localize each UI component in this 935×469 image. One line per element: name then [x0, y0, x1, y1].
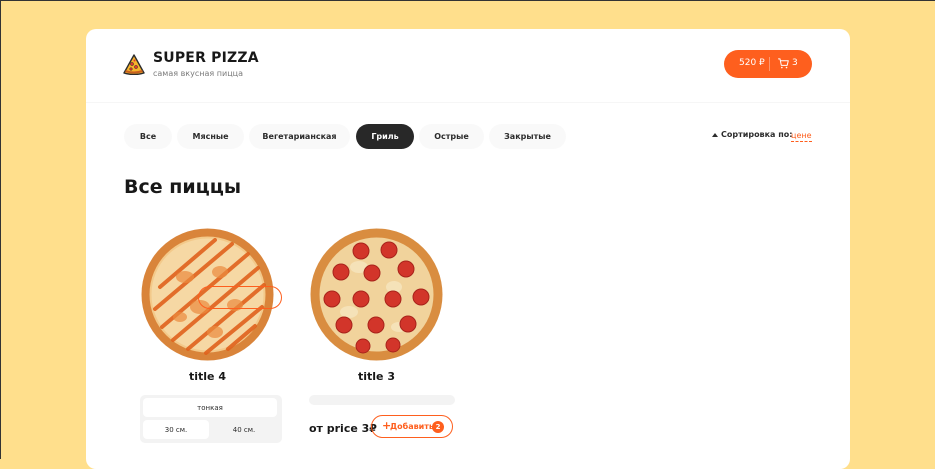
cart-icon: [778, 58, 789, 69]
add-to-cart-button[interactable]: + Добавить 2: [371, 415, 453, 438]
cart-divider: [769, 57, 770, 71]
pizza-slice-icon[interactable]: [123, 53, 145, 75]
size-option-40[interactable]: 40 см.: [211, 420, 277, 439]
frame-left-border: [0, 0, 1, 459]
dough-type-option[interactable]: тонкая: [143, 398, 277, 417]
cart-item-count: 3: [792, 58, 798, 68]
category-grill[interactable]: Гриль: [356, 124, 414, 149]
sort-value-dropdown[interactable]: цене: [791, 130, 812, 142]
pizza-title: title 3: [357, 370, 395, 383]
triangle-up-icon: [712, 133, 718, 137]
category-vegetarian[interactable]: Вегетарианская: [249, 124, 350, 149]
sort-label: Сортировка по:: [721, 130, 793, 139]
loading-placeholder: [309, 395, 455, 405]
pizza-pepperoni-image: [310, 228, 443, 361]
category-meat[interactable]: Мясные: [177, 124, 244, 149]
add-button-label: Добавить: [390, 422, 434, 431]
category-all[interactable]: Все: [124, 124, 172, 149]
category-spicy[interactable]: Острые: [419, 124, 484, 149]
category-closed[interactable]: Закрытые: [489, 124, 566, 149]
page-wrapper: SUPER PIZZA самая вкусная пицца 520 ₽ 3 …: [86, 29, 850, 469]
header: SUPER PIZZA самая вкусная пицца 520 ₽ 3: [86, 29, 850, 103]
pizza-options-selector: тонкая 30 см. 40 см.: [140, 395, 282, 443]
frame-top-border: [0, 0, 935, 1]
cart-button[interactable]: 520 ₽ 3: [724, 50, 812, 78]
pizza-price: от price 3₽: [309, 422, 377, 435]
add-to-cart-button[interactable]: [198, 286, 282, 309]
size-option-30[interactable]: 30 см.: [143, 420, 209, 439]
page-title: Все пиццы: [124, 176, 242, 198]
add-count-badge: 2: [432, 421, 444, 433]
cart-total-price: 520 ₽: [739, 58, 765, 68]
pizza-title: title 4: [188, 370, 226, 383]
logo-title[interactable]: SUPER PIZZA: [153, 50, 259, 66]
logo-subtitle: самая вкусная пицца: [153, 69, 243, 78]
